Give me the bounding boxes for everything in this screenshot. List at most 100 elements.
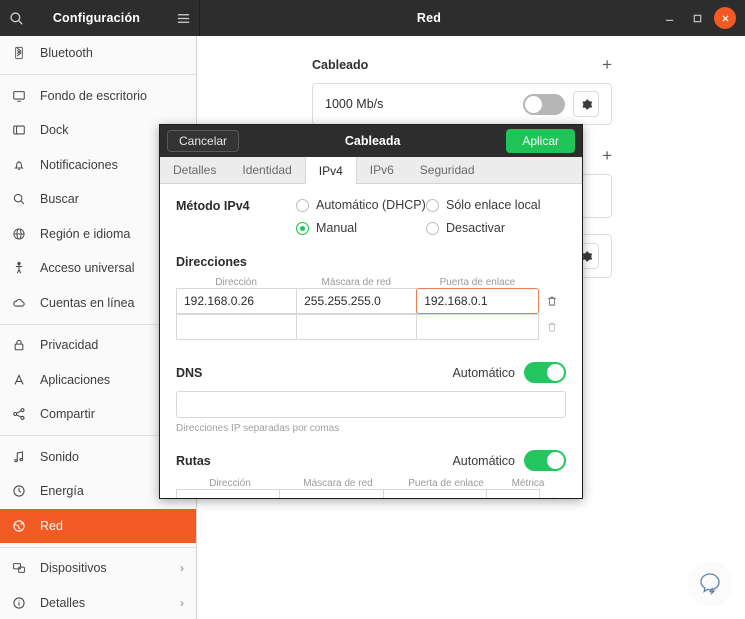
trash-icon[interactable] (538, 288, 566, 314)
trash-icon[interactable] (538, 314, 566, 340)
sidebar-item-label: Cuentas en línea (40, 295, 135, 310)
routes-row: Rutas Automático (176, 450, 566, 471)
col-header-address: Dirección (215, 277, 257, 288)
address-gateway-input[interactable]: 192.168.0.1 (416, 288, 540, 314)
address-row: 192.168.0.26 255.255.255.0 192.168.0.1 (176, 288, 566, 314)
routes-title: Rutas (176, 453, 211, 468)
sidebar-item-dispositivos[interactable]: Dispositivos › (0, 551, 196, 586)
tab-detalles[interactable]: Detalles (160, 157, 229, 183)
connection-speed-label: 1000 Mb/s (325, 97, 384, 111)
ipv4-method-label: Método IPv4 (176, 199, 250, 213)
sidebar-divider (0, 74, 196, 75)
close-button[interactable] (714, 7, 736, 29)
radio-desactivar[interactable]: Desactivar (426, 221, 541, 235)
address-gateway-input[interactable] (416, 314, 540, 340)
ipv4-method-options-right[interactable]: Sólo enlace local Desactivar (426, 198, 541, 235)
addresses-title: Direcciones (176, 255, 247, 269)
routes-table-row (176, 489, 566, 498)
speech-bubble-logo-icon (687, 561, 733, 607)
connection-toggle[interactable] (523, 93, 565, 115)
globe-icon (12, 227, 34, 241)
radio-label: Automático (DHCP) (316, 198, 426, 212)
tab-identidad[interactable]: Identidad (229, 157, 304, 183)
radio-indicator-icon (426, 221, 439, 235)
dns-title: DNS (176, 365, 203, 380)
dns-auto-label: Automático (452, 365, 515, 380)
address-netmask-input[interactable] (296, 314, 418, 340)
minimize-button[interactable] (658, 7, 680, 29)
radio-label: Desactivar (446, 221, 506, 235)
lock-icon (12, 338, 34, 352)
sidebar-item-label: Dock (40, 123, 69, 138)
addresses-column-headers: Dirección Máscara de red Puerta de enlac… (176, 277, 566, 288)
col-header-gateway: Puerta de enlace (439, 277, 516, 288)
add-wired-connection-button[interactable]: + (602, 56, 612, 73)
app-root: Configuración Red Bluetooth Fondo de escr… (0, 0, 745, 619)
sidebar-item-label: Detalles (40, 595, 86, 610)
maximize-button[interactable] (686, 7, 708, 29)
sidebar-item-label: Buscar (40, 192, 79, 207)
network-globe-icon (12, 519, 34, 533)
desktop-icon (12, 89, 34, 103)
address-netmask-input[interactable]: 255.255.255.0 (296, 288, 418, 314)
bell-icon (12, 158, 34, 172)
sidebar-item-detalles[interactable]: Detalles › (0, 586, 196, 619)
dialog-tabs[interactable]: Detalles Identidad IPv4 IPv6 Seguridad (160, 157, 582, 184)
route-col-gateway: Puerta de enlace (408, 478, 484, 489)
info-icon (12, 596, 34, 610)
network-window-title: Red (416, 11, 442, 25)
radio-autom-tico-dhcp[interactable]: Automático (DHCP) (296, 198, 426, 212)
ipv4-method-options-left[interactable]: Automático (DHCP) Manual (296, 198, 426, 235)
radio-label: Sólo enlace local (446, 198, 541, 212)
routes-auto-toggle[interactable] (524, 450, 566, 471)
route-col-address: Dirección (209, 478, 251, 489)
sidebar-item-label: Fondo de escritorio (40, 88, 148, 103)
trash-icon[interactable] (539, 489, 566, 498)
radio-indicator-icon (296, 198, 309, 212)
tab-ipv6[interactable]: IPv6 (357, 157, 407, 183)
sidebar-item-fondo-de-escritorio[interactable]: Fondo de escritorio (0, 79, 196, 114)
wired-section-title: Cableado (312, 57, 369, 72)
hamburger-menu-icon[interactable] (167, 2, 199, 34)
route-col-metric: Métrica (511, 478, 545, 489)
address-address-input[interactable]: 192.168.0.26 (176, 288, 298, 314)
sidebar-item-red[interactable]: Red (0, 508, 196, 543)
radio-manual[interactable]: Manual (296, 221, 426, 235)
apply-button[interactable]: Aplicar (506, 129, 575, 153)
radio-label: Manual (316, 221, 357, 235)
dns-hint: Direcciones IP separadas por comas (176, 423, 340, 434)
sidebar-item-bluetooth[interactable]: Bluetooth (0, 36, 196, 71)
sidebar-item-label: Compartir (40, 407, 95, 422)
sidebar-item-label: Notificaciones (40, 157, 118, 172)
routes-auto-label: Automático (452, 453, 515, 468)
sidebar-item-label: Sonido (40, 449, 79, 464)
tab-seguridad[interactable]: Seguridad (407, 157, 488, 183)
dialog-header: Cancelar Cableada Aplicar (160, 125, 582, 157)
dock-icon (12, 123, 34, 137)
sidebar-item-label: Bluetooth (40, 46, 93, 61)
wired-settings-dialog: Cancelar Cableada Aplicar Detalles Identi… (159, 124, 583, 499)
sidebar-item-label: Privacidad (40, 338, 99, 353)
sidebar-item-label: Acceso universal (40, 261, 135, 276)
address-row (176, 314, 566, 340)
sidebar-item-label: Red (40, 518, 63, 533)
add-secondary-connection-button[interactable]: + (602, 147, 612, 164)
cancel-button[interactable]: Cancelar (167, 130, 240, 152)
applications-icon (12, 373, 34, 387)
dns-input[interactable] (176, 391, 566, 418)
accessibility-icon (12, 261, 34, 275)
search-icon (12, 192, 34, 206)
dns-auto-toggle[interactable] (524, 362, 566, 383)
sidebar-divider (0, 546, 196, 548)
sidebar-item-label: Energía (40, 484, 84, 499)
tab-ipv4[interactable]: IPv4 (304, 157, 357, 184)
sidebar-item-label: Aplicaciones (40, 372, 111, 387)
gear-icon[interactable] (573, 91, 599, 117)
address-address-input[interactable] (176, 314, 298, 340)
radio-s-lo-enlace-local[interactable]: Sólo enlace local (426, 198, 541, 212)
settings-titlebar: Configuración (0, 0, 200, 36)
col-header-netmask: Máscara de red (321, 277, 391, 288)
chevron-right-icon: › (180, 595, 184, 610)
wired-section-header: Cableado + (312, 56, 612, 73)
share-icon (12, 407, 34, 421)
